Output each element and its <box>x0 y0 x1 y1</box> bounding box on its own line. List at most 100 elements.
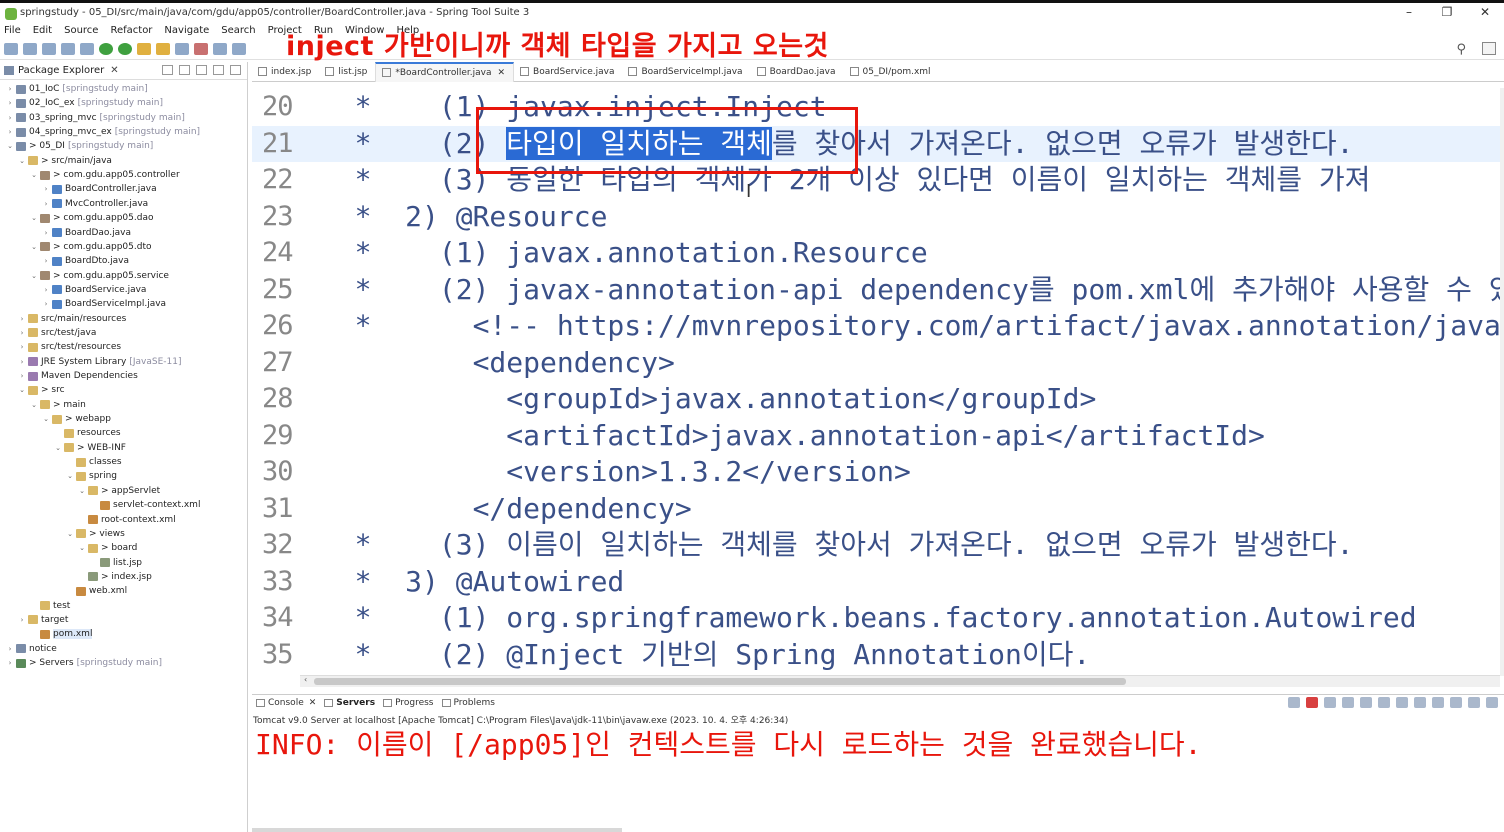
chevron-right-icon[interactable]: › <box>18 372 26 380</box>
tree-item[interactable]: root-context.xml <box>78 513 176 527</box>
code-line[interactable]: 21 * (2) 타입이 일치하는 객체를 찾아서 가져온다. 없으면 오류가 … <box>252 125 1504 162</box>
maximize-button[interactable]: ❐ <box>1428 3 1466 23</box>
collapse-all-icon[interactable] <box>162 65 173 75</box>
print-icon[interactable] <box>42 42 56 55</box>
tab-editor-file[interactable]: index.jsp <box>252 62 319 82</box>
code-editor[interactable]: 20 * (1) javax.inject.Inject 21 * (2) 타입이… <box>252 88 1504 676</box>
menu-refactor[interactable]: Refactor <box>110 25 152 36</box>
chevron-down-icon[interactable]: ⌄ <box>54 444 62 452</box>
tree-item[interactable]: › notice <box>6 642 57 656</box>
editor-vertical-scrollbar[interactable] <box>1500 88 1504 676</box>
tree-item[interactable]: pom.xml <box>30 627 93 641</box>
tree-item[interactable]: ⌄ > main <box>30 398 86 412</box>
new-icon[interactable] <box>4 42 18 55</box>
tree-item[interactable]: ⌄ > src <box>18 383 64 397</box>
chevron-down-icon[interactable]: ⌄ <box>78 487 86 495</box>
chevron-right-icon[interactable]: › <box>18 343 26 351</box>
code-line[interactable]: 27 <dependency> <box>252 345 1504 381</box>
display-console-icon[interactable] <box>1414 697 1426 708</box>
code-line[interactable]: 35 * (2) @Inject 기반의 Spring Annotation이다… <box>252 637 1504 673</box>
link-icon[interactable] <box>80 42 94 55</box>
tree-item[interactable]: › BoardServiceImpl.java <box>42 297 166 311</box>
edit-icon[interactable] <box>156 42 170 55</box>
debug-icon[interactable] <box>137 42 151 55</box>
close-view-icon[interactable]: ✕ <box>110 65 118 76</box>
perspective-icon[interactable] <box>1482 42 1496 55</box>
tree-item[interactable]: classes <box>66 455 122 469</box>
tree-item[interactable]: ⌄ > com.gdu.app05.controller <box>30 168 180 182</box>
code-line[interactable]: 32 * (3) 이름이 일치하는 객체를 찾아서 가져온다. 없으면 오류가 … <box>252 527 1504 563</box>
close-tab-icon[interactable]: ✕ <box>309 698 317 708</box>
tree-item[interactable]: › src/test/java <box>18 326 97 340</box>
tree-item[interactable]: › 03_spring_mvc [springstudy main] <box>6 111 185 125</box>
chevron-right-icon[interactable]: › <box>6 99 14 107</box>
chevron-right-icon[interactable]: › <box>42 286 50 294</box>
tab-editor-file[interactable]: 05_DI/pom.xml <box>844 62 939 82</box>
tree-item[interactable]: ⌄ > appServlet <box>78 484 160 498</box>
chevron-down-icon[interactable]: ⌄ <box>30 401 38 409</box>
tab-editor-file[interactable]: BoardService.java <box>514 62 622 82</box>
close-tab-icon[interactable]: ✕ <box>498 68 506 78</box>
code-line[interactable]: 20 * (1) javax.inject.Inject <box>252 89 1504 125</box>
tree-item[interactable]: ⌄ spring <box>66 469 117 483</box>
relaunch-icon[interactable] <box>1288 697 1300 708</box>
menu-file[interactable]: File <box>4 25 21 36</box>
menu-search[interactable]: Search <box>221 25 255 36</box>
chevron-right-icon[interactable]: › <box>42 200 50 208</box>
menu-navigate[interactable]: Navigate <box>164 25 209 36</box>
tree-item[interactable]: › JRE System Library [JavaSE-11] <box>18 355 182 369</box>
code-line[interactable]: 22 * (3) 동일한 타입의 객체가 2개 이상 있다면 이름이 일치하는 … <box>252 162 1504 198</box>
tree-item[interactable]: › src/test/resources <box>18 340 122 354</box>
scroll-lock-icon[interactable] <box>1360 697 1372 708</box>
tree-item[interactable]: ⌄ > src/main/java <box>18 154 112 168</box>
chevron-right-icon[interactable]: › <box>6 85 14 93</box>
chevron-right-icon[interactable]: › <box>6 128 14 136</box>
menu-source[interactable]: Source <box>64 25 98 36</box>
scroll-left-icon[interactable]: ‹ <box>304 675 307 684</box>
code-line[interactable]: 29 <artifactId>javax.annotation-api</art… <box>252 418 1504 454</box>
code-line[interactable]: 30 <version>1.3.2</version> <box>252 454 1504 490</box>
tree-item[interactable]: › MvcController.java <box>42 197 149 211</box>
remove-all-icon[interactable] <box>1342 697 1354 708</box>
chevron-right-icon[interactable]: › <box>42 229 50 237</box>
chevron-down-icon[interactable]: ⌄ <box>30 214 38 222</box>
chevron-down-icon[interactable]: ⌄ <box>30 243 38 251</box>
tab-progress[interactable]: Progress <box>383 698 434 708</box>
chevron-down-icon[interactable]: ⌄ <box>30 171 38 179</box>
editor-horizontal-scrollbar[interactable]: ‹ <box>300 675 1500 687</box>
refresh-icon[interactable] <box>118 42 132 55</box>
chevron-right-icon[interactable]: › <box>18 329 26 337</box>
skip-icon[interactable] <box>175 42 189 55</box>
tree-item[interactable]: › target <box>18 613 69 627</box>
tree-item[interactable]: ⌄ > views <box>66 527 125 541</box>
maximize-view-icon[interactable] <box>230 65 241 75</box>
console-scrollbar[interactable] <box>252 828 622 832</box>
tree-item[interactable]: › 04_spring_mvc_ex [springstudy main] <box>6 125 200 139</box>
settings-gear-icon[interactable] <box>1486 697 1498 708</box>
code-line[interactable]: 28 <groupId>javax.annotation</groupId> <box>252 381 1504 417</box>
tab-servers[interactable]: Servers <box>324 698 375 708</box>
search-icon[interactable]: ⚲ <box>1456 42 1466 57</box>
chevron-down-icon[interactable]: ⌄ <box>42 415 50 423</box>
tree-item[interactable]: › 02_IoC_ex [springstudy main] <box>6 96 163 110</box>
tree-item[interactable]: › 01_IoC [springstudy main] <box>6 82 148 96</box>
tree-item[interactable]: › BoardService.java <box>42 283 147 297</box>
pin-console-icon[interactable] <box>1396 697 1408 708</box>
tab-problems[interactable]: Problems <box>441 698 495 708</box>
chevron-down-icon[interactable]: ⌄ <box>18 157 26 165</box>
chevron-right-icon[interactable]: › <box>18 616 26 624</box>
chevron-down-icon[interactable]: ⌄ <box>30 272 38 280</box>
terminate-icon[interactable] <box>1306 697 1318 708</box>
tree-item[interactable]: ⌄ > com.gdu.app05.dao <box>30 211 153 225</box>
tree-item[interactable]: › BoardController.java <box>42 182 157 196</box>
code-line[interactable]: 34 * (1) org.springframework.beans.facto… <box>252 600 1504 636</box>
tree-item[interactable]: test <box>30 599 70 613</box>
tree-item[interactable]: › Maven Dependencies <box>18 369 138 383</box>
tree-item[interactable]: ⌄ > 05_DI [springstudy main] <box>6 139 153 153</box>
tree-item[interactable]: ⌄ > WEB-INF <box>54 441 126 455</box>
save-icon[interactable] <box>23 42 37 55</box>
chevron-down-icon[interactable]: ⌄ <box>66 530 74 538</box>
tree-item[interactable]: servlet-context.xml <box>90 498 200 512</box>
tab-editor-file[interactable]: list.jsp <box>319 62 375 82</box>
console-icon[interactable] <box>61 42 75 55</box>
